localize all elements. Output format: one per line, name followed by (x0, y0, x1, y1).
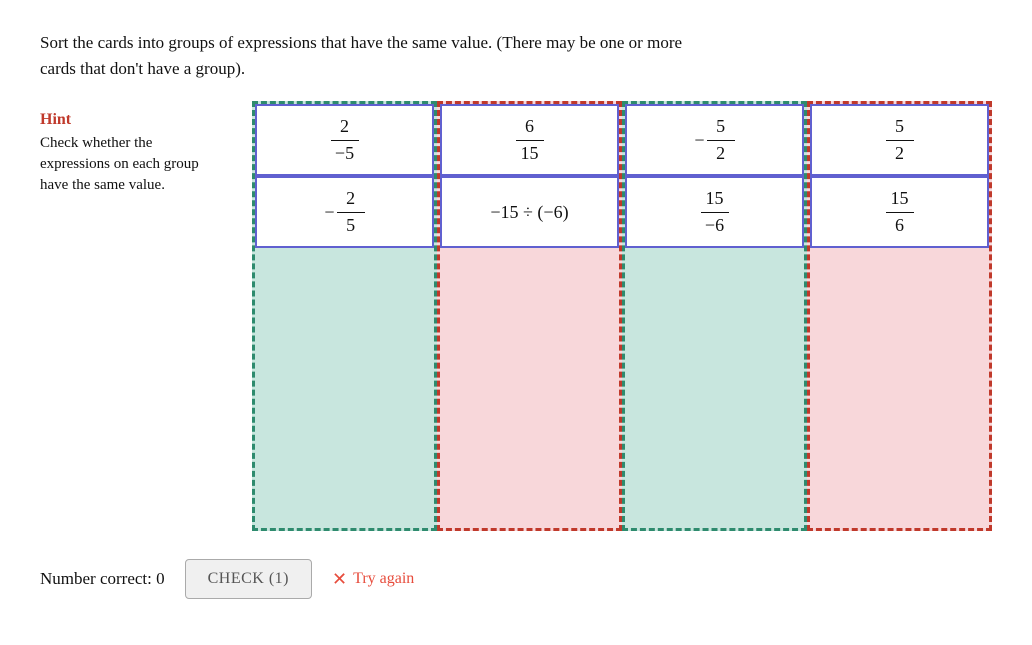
instructions: Sort the cards into groups of expression… (40, 30, 990, 81)
number-correct: Number correct: 0 (40, 569, 165, 589)
x-icon: ✕ (332, 569, 347, 590)
check-button[interactable]: CHECK (1) (185, 559, 312, 599)
hint-area: Hint Check whether the expressions on ea… (40, 101, 222, 196)
card-2-over-neg5[interactable]: 2 −5 (255, 104, 434, 176)
bottom-bar: Number correct: 0 CHECK (1) ✕ Try again (40, 559, 992, 599)
hint-title: Hint (40, 111, 222, 129)
main-area: Hint Check whether the expressions on ea… (40, 101, 992, 531)
group-1: 2 −5 − 2 5 (252, 101, 437, 531)
groups-container: 2 −5 − 2 5 6 15 (252, 101, 992, 531)
group-4: 5 2 15 6 (807, 101, 992, 531)
group-3: − 5 2 15 −6 (622, 101, 807, 531)
card-neg15-div-neg6[interactable]: −15 ÷ (−6) (440, 176, 619, 248)
card-6-over-15[interactable]: 6 15 (440, 104, 619, 176)
group-2: 6 15 −15 ÷ (−6) (437, 101, 622, 531)
try-again-button[interactable]: ✕ Try again (332, 569, 414, 590)
card-15-over-neg6[interactable]: 15 −6 (625, 176, 804, 248)
card-neg2-over-5[interactable]: − 2 5 (255, 176, 434, 248)
card-15-over-6[interactable]: 15 6 (810, 176, 989, 248)
card-5-over-2[interactable]: 5 2 (810, 104, 989, 176)
card-neg5-over-2[interactable]: − 5 2 (625, 104, 804, 176)
hint-text: Check whether the expressions on each gr… (40, 133, 222, 196)
